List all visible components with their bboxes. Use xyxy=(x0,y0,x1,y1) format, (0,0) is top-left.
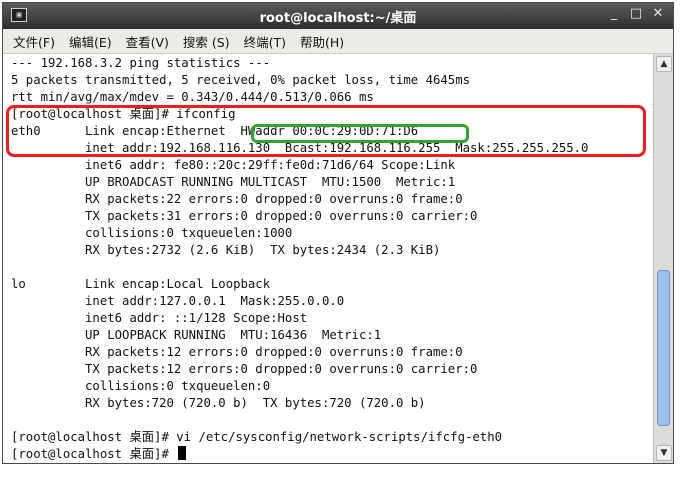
terminal-window: ▣ root@localhost:~/桌面 _ □ ✕ 文件(F) 编辑(E) … xyxy=(2,2,674,464)
green-highlight-box xyxy=(251,124,469,143)
text-cursor xyxy=(178,446,187,460)
terminal-line: --- 192.168.3.2 ping statistics --- xyxy=(11,56,271,70)
terminal-line: collisions:0 txqueuelen:0 xyxy=(11,379,271,393)
menu-search[interactable]: 搜索 (S) xyxy=(183,32,230,51)
menu-edit[interactable]: 编辑(E) xyxy=(69,32,112,51)
close-button[interactable]: ✕ xyxy=(651,6,665,21)
menu-terminal[interactable]: 终端(T) xyxy=(244,32,286,51)
terminal-line: RX packets:22 errors:0 dropped:0 overrun… xyxy=(11,192,463,206)
prompt-text: [root@localhost 桌面]# xyxy=(11,447,177,461)
terminal-line: inet addr:127.0.0.1 Mask:255.0.0.0 xyxy=(11,294,345,308)
window-controls: _ □ ✕ xyxy=(607,6,665,21)
title-bar[interactable]: ▣ root@localhost:~/桌面 _ □ ✕ xyxy=(3,3,673,29)
terminal-line: RX bytes:2732 (2.6 KiB) TX bytes:2434 (2… xyxy=(11,243,441,257)
terminal-line: 5 packets transmitted, 5 received, 0% pa… xyxy=(11,73,471,87)
menu-help[interactable]: 帮助(H) xyxy=(300,32,344,51)
terminal-line: UP BROADCAST RUNNING MULTICAST MTU:1500 … xyxy=(11,175,456,189)
terminal-line: lo Link encap:Local Loopback xyxy=(11,277,271,291)
window-title: root@localhost:~/桌面 xyxy=(259,10,417,26)
terminal-line: TX packets:31 errors:0 dropped:0 overrun… xyxy=(11,209,478,223)
menu-bar: 文件(F) 编辑(E) 查看(V) 搜索 (S) 终端(T) 帮助(H) xyxy=(3,29,673,54)
terminal-line: TX packets:12 errors:0 dropped:0 overrun… xyxy=(11,362,478,376)
maximize-button[interactable]: □ xyxy=(629,6,643,21)
terminal-line: [root@localhost 桌面]# vi /etc/sysconfig/n… xyxy=(11,430,503,444)
scrollbar-thumb[interactable] xyxy=(657,269,670,427)
terminal-line: rtt min/avg/max/mdev = 0.343/0.444/0.513… xyxy=(11,90,374,104)
terminal-line: collisions:0 txqueuelen:1000 xyxy=(11,226,293,240)
terminal-line: UP LOOPBACK RUNNING MTU:16436 Metric:1 xyxy=(11,328,382,342)
terminal-line: RX bytes:720 (720.0 b) TX bytes:720 (720… xyxy=(11,396,426,410)
terminal-line: RX packets:12 errors:0 dropped:0 overrun… xyxy=(11,345,463,359)
menu-file[interactable]: 文件(F) xyxy=(13,32,55,51)
terminal-line: inet6 addr: ::1/128 Scope:Host xyxy=(11,311,308,325)
terminal-output[interactable]: --- 192.168.3.2 ping statistics --- 5 pa… xyxy=(3,54,653,463)
scroll-up-arrow-icon[interactable]: ▲ xyxy=(656,56,672,72)
minimize-button[interactable]: _ xyxy=(607,6,621,21)
terminal-app-icon: ▣ xyxy=(11,8,27,22)
scroll-down-arrow-icon[interactable]: ▼ xyxy=(656,445,672,461)
vertical-scrollbar[interactable]: ▲ ▼ xyxy=(653,54,673,463)
menu-view[interactable]: 查看(V) xyxy=(126,32,169,51)
prompt-line: [root@localhost 桌面]# xyxy=(11,446,187,463)
terminal-line: inet6 addr: fe80::20c:29ff:fe0d:71d6/64 … xyxy=(11,158,456,172)
